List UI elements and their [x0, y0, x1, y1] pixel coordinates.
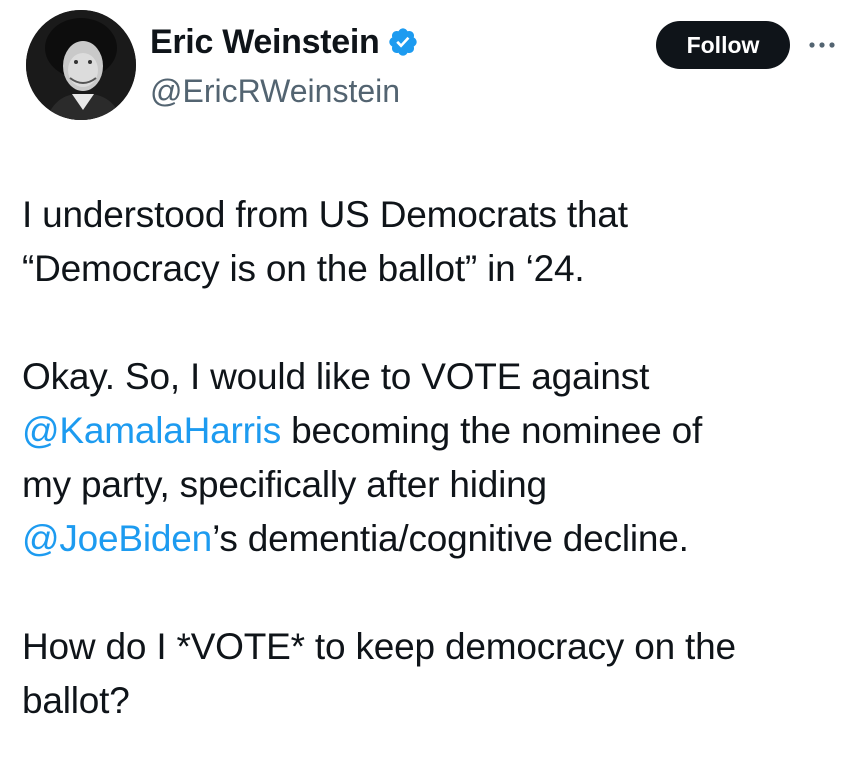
tweet-line: @KamalaHarris becoming the nominee of: [22, 404, 842, 458]
mention-link-kamalaharris[interactable]: @KamalaHarris: [22, 410, 281, 451]
author-display-name[interactable]: Eric Weinstein: [150, 20, 380, 64]
tweet-line: my party, specifically after hiding: [22, 464, 547, 505]
tweet-paragraph: How do I *VOTE* to keep democracy on the…: [22, 620, 842, 728]
tweet-text-fragment: becoming the nominee of: [281, 410, 703, 451]
tweet-line: How do I *VOTE* to keep democracy on the: [22, 626, 736, 667]
tweet-text: I understood from US Democrats that “Dem…: [22, 188, 842, 782]
verified-badge-icon: [387, 26, 419, 58]
ellipsis-icon[interactable]: [802, 30, 842, 60]
author-name-row[interactable]: Eric Weinstein: [150, 20, 419, 64]
tweet-line: I understood from US Democrats that: [22, 194, 628, 235]
tweet-paragraph: I understood from US Democrats that “Dem…: [22, 188, 842, 296]
author-avatar[interactable]: [26, 10, 136, 120]
avatar-photo: [26, 10, 136, 120]
follow-button[interactable]: Follow: [656, 21, 790, 69]
tweet-line: Okay. So, I would like to VOTE against: [22, 356, 650, 397]
tweet-text-fragment: ’s dementia/cognitive decline.: [212, 518, 689, 559]
tweet-line: @JoeBiden’s dementia/cognitive decline.: [22, 512, 842, 566]
mention-link-joebiden[interactable]: @JoeBiden: [22, 518, 212, 559]
tweet-line: “Democracy is on the ballot” in ‘24.: [22, 248, 585, 289]
tweet-line: ballot?: [22, 680, 130, 721]
tweet-header: Eric Weinstein @EricRWeinstein Follow: [0, 0, 858, 130]
tweet-paragraph: Okay. So, I would like to VOTE against @…: [22, 350, 842, 566]
author-handle[interactable]: @EricRWeinstein: [150, 70, 400, 112]
